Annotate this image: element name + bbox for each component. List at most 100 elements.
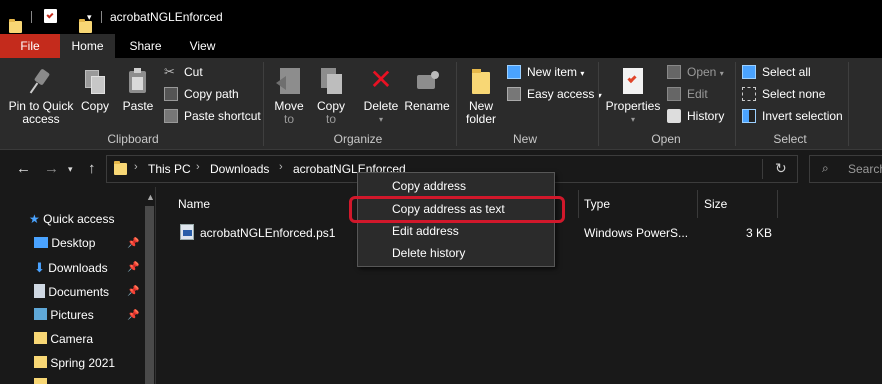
copy-path-button[interactable]: Copy path (164, 85, 239, 103)
group-label-clipboard: Clipboard (107, 132, 159, 146)
chevron-right-icon[interactable]: › (134, 161, 138, 173)
rename-label: Rename (404, 99, 450, 113)
folder-icon (34, 378, 47, 384)
annotation-highlight-outline (349, 196, 565, 223)
recent-locations-icon[interactable]: ▾ (68, 164, 73, 175)
properties-button[interactable]: Properties ▾ (604, 66, 662, 126)
scroll-up-icon[interactable]: ▲ (146, 192, 155, 202)
properties-dropdown-icon[interactable]: ▾ (604, 113, 662, 126)
sidebar-item-desktop[interactable]: Desktop (34, 236, 95, 250)
column-divider[interactable] (578, 190, 579, 218)
copy-label: Copy (80, 99, 109, 113)
select-all-button[interactable]: Select all (742, 63, 811, 81)
divider (762, 159, 763, 179)
pin-label-line2: access (22, 112, 60, 126)
pin-icon[interactable]: 📌 (127, 238, 139, 249)
forward-arrow-icon[interactable]: → (44, 160, 59, 177)
title-bar: ▾ acrobatNGLEnforced (0, 0, 882, 34)
pin-to-quick-access-button[interactable]: Pin to Quick access (6, 68, 76, 126)
tab-share[interactable]: Share (122, 34, 169, 58)
menu-item-copy-address[interactable]: Copy address (392, 179, 466, 193)
column-header-type[interactable]: Type (584, 197, 610, 211)
paste-shortcut-button[interactable]: Paste shortcut (164, 107, 261, 125)
folder-icon (34, 332, 47, 344)
new-item-button[interactable]: New item ▾ (507, 63, 584, 81)
delete-button[interactable]: ✕ Delete ▾ (362, 66, 400, 126)
copy-path-icon (164, 87, 178, 101)
cut-button[interactable]: ✂ Cut (164, 63, 203, 81)
copy-to-button[interactable]: Copy to (314, 66, 348, 126)
edit-button[interactable]: Edit (667, 85, 708, 103)
powershell-script-icon (180, 224, 194, 240)
file-name[interactable]: acrobatNGLEnforced.ps1 (200, 226, 335, 240)
group-divider (735, 62, 736, 146)
paste-button[interactable]: Paste (120, 68, 156, 113)
cut-label: Cut (184, 65, 203, 79)
open-button[interactable]: Open ▾ (667, 63, 724, 81)
pin-icon[interactable]: 📌 (127, 262, 139, 273)
history-icon (667, 109, 681, 123)
sidebar-item-documents[interactable]: Documents (34, 284, 109, 299)
up-arrow-icon[interactable]: ↑ (88, 160, 96, 177)
column-divider[interactable] (697, 190, 698, 218)
properties-icon (622, 66, 644, 96)
history-button[interactable]: History (667, 107, 724, 125)
sidebar-item-pictures[interactable]: Pictures (34, 308, 94, 322)
group-divider (848, 62, 849, 146)
tab-home[interactable]: Home (60, 34, 115, 58)
customize-toolbar-icon[interactable]: ▾ (87, 12, 92, 23)
tab-view[interactable]: View (180, 34, 225, 58)
select-none-icon (742, 87, 756, 101)
open-label: Open (687, 65, 717, 79)
select-none-label: Select none (762, 87, 826, 101)
file-type: Windows PowerS... (584, 226, 689, 240)
sidebar-item-downloads[interactable]: ⬇ Downloads (34, 260, 108, 276)
tab-file[interactable]: File (0, 34, 60, 58)
open-icon (667, 65, 681, 79)
column-divider[interactable] (777, 190, 778, 218)
breadcrumb-downloads[interactable]: Downloads (210, 162, 269, 176)
select-none-button[interactable]: Select none (742, 85, 825, 103)
copy-to-label-line2: to (325, 112, 336, 126)
picture-icon (34, 308, 47, 320)
sidebar-item-camera[interactable]: Camera (34, 332, 93, 346)
file-size: 3 KB (746, 226, 773, 240)
menu-item-edit-address[interactable]: Edit address (392, 224, 459, 238)
search-placeholder: Search (848, 162, 882, 176)
column-header-name[interactable]: Name (178, 197, 210, 211)
sidebar-item-label: Camera (50, 332, 94, 346)
column-header-size[interactable]: Size (704, 197, 727, 211)
window-title: acrobatNGLEnforced (110, 10, 223, 24)
copy-button[interactable]: Copy (78, 68, 112, 113)
new-folder-button[interactable]: New folder (462, 66, 500, 126)
sidebar-item-label: Pictures (50, 308, 94, 322)
delete-dropdown-icon[interactable]: ▾ (362, 113, 400, 126)
sidebar-item-quick-access[interactable]: ★ Quick access (29, 212, 114, 226)
menu-item-delete-history[interactable]: Delete history (392, 246, 465, 260)
back-arrow-icon[interactable]: ← (16, 160, 31, 177)
edit-icon (667, 87, 681, 101)
sidebar-item-spring-2021[interactable]: Spring 2021 (34, 356, 115, 370)
new-folder-label-line2: folder (465, 112, 497, 126)
folder-icon (9, 19, 22, 33)
group-divider (598, 62, 599, 146)
rename-button[interactable]: Rename (404, 66, 450, 113)
group-label-open: Open (651, 132, 681, 146)
breadcrumb-this-pc[interactable]: This PC (148, 162, 191, 176)
new-item-icon (507, 65, 521, 79)
invert-selection-button[interactable]: Invert selection (742, 107, 843, 125)
pin-icon[interactable]: 📌 (127, 286, 139, 297)
group-label-organize: Organize (333, 132, 383, 146)
edit-label: Edit (687, 87, 708, 101)
divider (31, 11, 32, 23)
chevron-right-icon[interactable]: › (279, 161, 283, 173)
easy-access-button[interactable]: Easy access ▾ (507, 85, 602, 103)
move-to-button[interactable]: Move to (272, 66, 306, 126)
refresh-icon[interactable]: ↻ (775, 160, 787, 177)
scrollbar-thumb[interactable] (145, 206, 154, 384)
pin-icon[interactable]: 📌 (127, 310, 139, 321)
properties-icon[interactable] (44, 9, 57, 23)
chevron-right-icon[interactable]: › (196, 161, 200, 173)
download-icon: ⬇ (34, 260, 45, 275)
group-label-select: Select (773, 132, 807, 146)
